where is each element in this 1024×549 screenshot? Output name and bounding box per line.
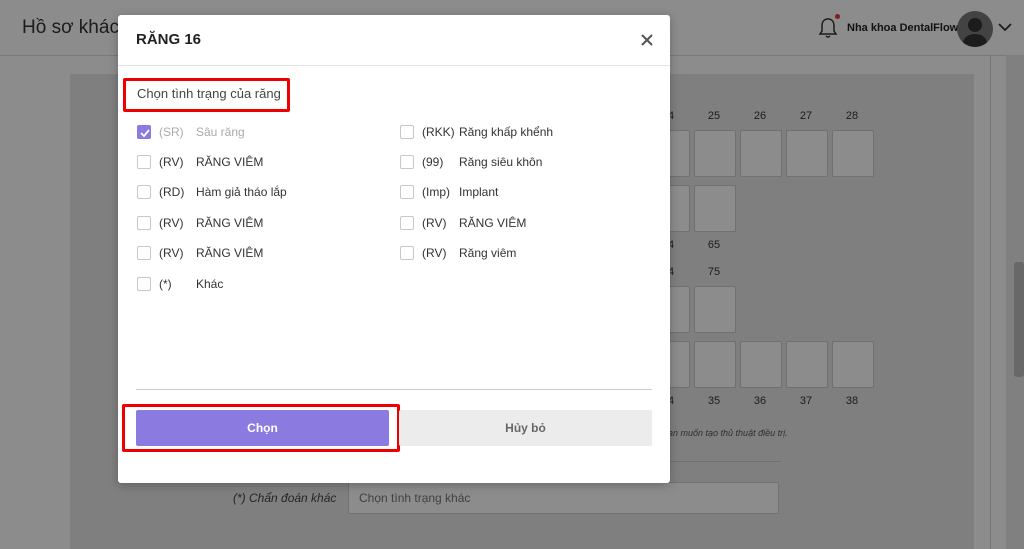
checkbox[interactable] (400, 246, 414, 260)
option-code: (RV) (422, 216, 447, 230)
section-title: Chọn tình trạng của răng (137, 86, 281, 101)
cancel-button[interactable]: Hủy bỏ (399, 410, 652, 446)
modal-header: RĂNG 16 (118, 15, 670, 66)
option-code: (RD) (159, 185, 185, 199)
option-code: (RV) (159, 246, 184, 260)
option-code: (SR) (159, 125, 184, 139)
checkbox[interactable] (137, 277, 151, 291)
option-label: RĂNG VIÊM (196, 246, 264, 260)
option-label: Răng viêm (459, 246, 517, 260)
option-label: RĂNG VIÊM (196, 216, 264, 230)
checkbox[interactable] (137, 216, 151, 230)
checkbox[interactable] (400, 185, 414, 199)
option-label: Sâu răng (196, 125, 245, 139)
checkbox[interactable] (137, 155, 151, 169)
checkbox[interactable] (137, 125, 151, 139)
modal-footer-divider (136, 389, 652, 390)
option-code: (99) (422, 155, 444, 169)
select-button[interactable]: Chọn (136, 410, 389, 446)
checkbox[interactable] (400, 155, 414, 169)
checkbox[interactable] (137, 185, 151, 199)
option-label: RĂNG VIÊM (459, 216, 527, 230)
option-label: RĂNG VIÊM (196, 155, 264, 169)
checkbox[interactable] (400, 216, 414, 230)
option-code: (RV) (159, 155, 184, 169)
option-code: (*) (159, 277, 172, 291)
option-label: Răng siêu khôn (459, 155, 543, 169)
option-label: Hàm giả tháo lắp (196, 185, 287, 199)
option-code: (RV) (159, 216, 184, 230)
tooth-condition-modal: RĂNG 16 Chọn tình trạng của răng (SR) Sâ… (118, 15, 670, 483)
option-label: Khác (196, 277, 224, 291)
modal-title: RĂNG 16 (136, 31, 202, 48)
option-code: (RKK) (422, 125, 455, 139)
option-label: Implant (459, 185, 499, 199)
checkbox[interactable] (400, 125, 414, 139)
option-code: (RV) (422, 246, 447, 260)
check-icon (140, 129, 150, 138)
close-icon[interactable] (636, 29, 658, 51)
option-label: Răng khấp khểnh (459, 125, 554, 139)
checkbox[interactable] (137, 246, 151, 260)
option-code: (Imp) (422, 185, 450, 199)
